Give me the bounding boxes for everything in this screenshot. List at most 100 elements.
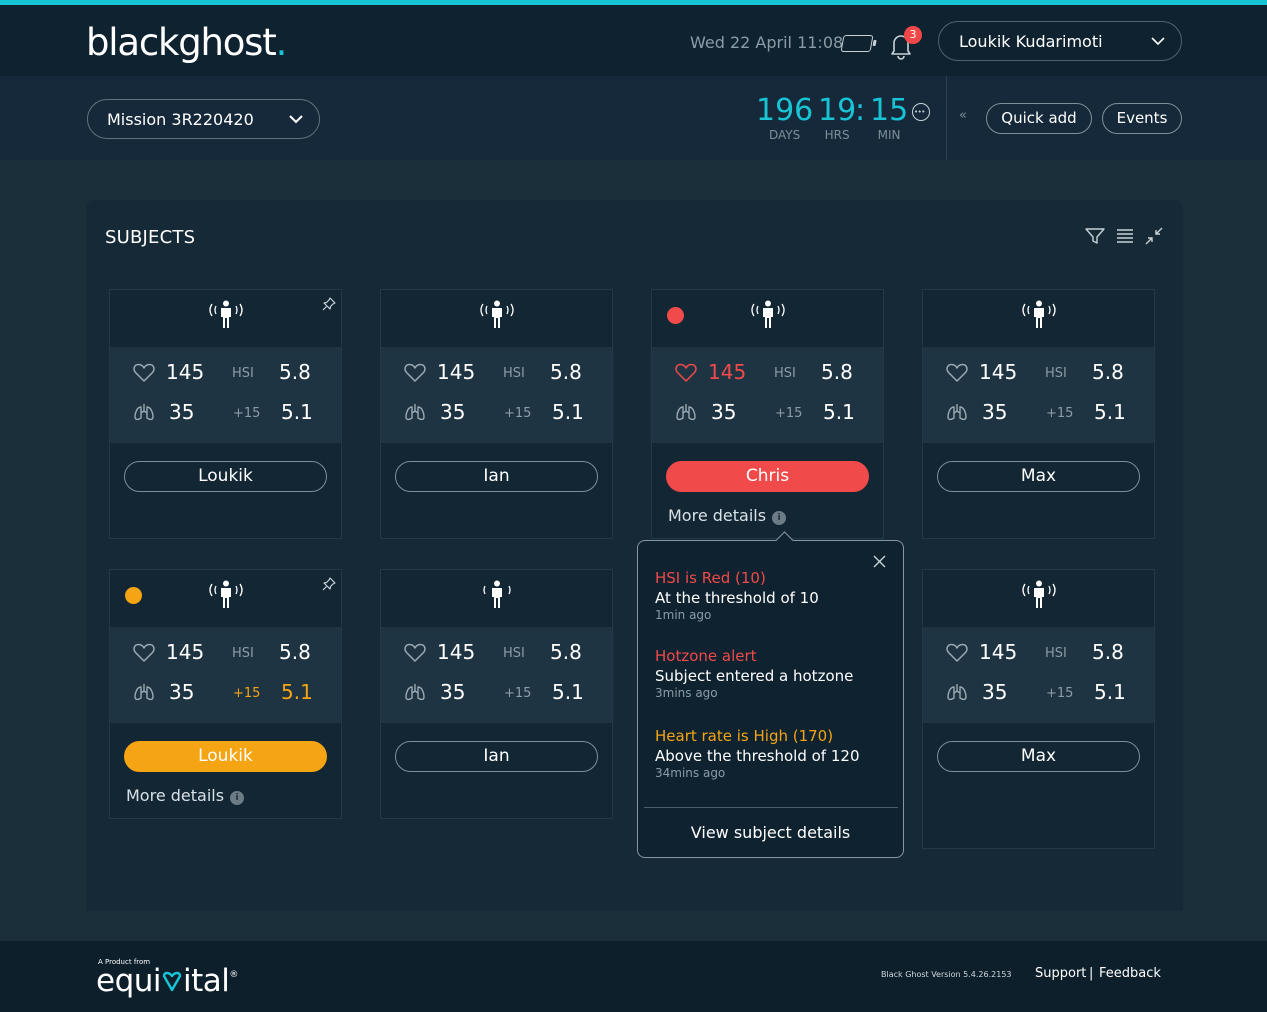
heart-rate-value: 145 [979,360,1018,384]
more-options-icon[interactable] [912,103,930,121]
mission-dropdown[interactable]: Mission 3R220420 [87,99,320,139]
subject-name-button[interactable]: Max [937,461,1140,492]
hsi-label: HSI [503,366,525,381]
delta-value: +15 [233,686,261,701]
heart-v-icon [162,971,182,992]
lungs-icon [946,682,968,706]
respiration-value: 35 [982,400,1008,424]
panel-title: SUBJECTS [105,227,196,248]
battery-icon [840,35,874,52]
collapse-left-icon[interactable]: « [959,108,967,123]
vital-stats: 145 HSI 5.8 35 +15 5.1 [381,627,612,723]
footer: A Product from equi ital® Black Ghost Ver… [0,941,1267,1012]
alert-message: At the threshold of 10 [655,589,819,607]
heart-icon [404,643,426,667]
events-button[interactable]: Events [1102,103,1182,134]
chevron-down-icon [289,115,303,124]
wearable-signal-icon [479,300,514,328]
user-dropdown[interactable]: Loukik Kudarimoti [938,21,1182,61]
notification-count-badge: 3 [904,26,922,44]
hsi-label: HSI [232,366,254,381]
hsi-value: 5.8 [1092,360,1124,384]
lungs-icon [133,682,155,706]
subject-card[interactable]: 145 HSI 5.8 35 +15 5.1 Max [922,289,1155,539]
secondary-value: 5.1 [281,680,313,704]
hsi-value: 5.8 [279,640,311,664]
lungs-icon [133,402,155,426]
blackghost-logo[interactable]: blackghost. [86,21,287,64]
subject-name-button[interactable]: Max [937,741,1140,772]
support-link[interactable]: Support [1035,966,1086,981]
subject-card[interactable]: 145 HSI 5.8 35 +15 5.1 Chris More details i [651,289,884,539]
list-icon[interactable] [1116,227,1134,245]
subject-card[interactable]: 145 HSI 5.8 35 +15 5.1 Ian [380,569,613,819]
chevron-down-icon [1151,37,1165,46]
subject-name-button[interactable]: Chris [666,461,869,492]
equivital-logo[interactable]: equi ital® [96,963,238,999]
heart-rate-value: 145 [437,360,476,384]
feedback-link[interactable]: Feedback [1099,966,1161,981]
mission-days-counter: 196 DAYS [756,93,814,143]
delta-value: +15 [1046,406,1074,421]
delta-value: +15 [233,406,261,421]
respiration-value: 35 [169,400,195,424]
subject-name-button[interactable]: Ian [395,741,598,772]
alert-time: 3mins ago [655,686,718,700]
vital-stats: 145 HSI 5.8 35 +15 5.1 [110,627,341,723]
subject-card[interactable]: 145 HSI 5.8 35 +15 5.1 Ian [380,289,613,539]
hsi-label: HSI [1045,366,1067,381]
delta-value: +15 [504,406,532,421]
collapse-icon[interactable] [1145,227,1163,245]
lungs-icon [404,402,426,426]
hsi-label: HSI [232,646,254,661]
wearable-signal-icon [750,300,785,328]
secondary-value: 5.1 [1094,680,1126,704]
info-icon: i [772,511,787,525]
respiration-value: 35 [440,400,466,424]
heart-icon [133,363,155,387]
close-icon[interactable] [873,555,886,568]
card-header [923,570,1154,627]
lungs-icon [946,402,968,426]
wearable-signal-icon [208,300,243,328]
more-details-link[interactable]: More details i [668,506,787,525]
respiration-value: 35 [440,680,466,704]
subject-card[interactable]: 145 HSI 5.8 35 +15 5.1 Max [922,569,1155,849]
card-header [923,290,1154,347]
wearable-signal-icon [1021,300,1056,328]
delta-value: +15 [775,406,803,421]
heart-rate-value: 145 [437,640,476,664]
subject-card[interactable]: 145 HSI 5.8 35 +15 5.1 Loukik [109,289,342,539]
alerts-popover: HSI is Red (10) At the threshold of 10 1… [637,540,904,858]
filter-icon[interactable] [1085,227,1105,245]
subject-name-button[interactable]: Ian [395,461,598,492]
delta-value: +15 [504,686,532,701]
pin-icon[interactable] [322,296,336,315]
alert-time: 34mins ago [655,766,726,780]
alert-title: Hotzone alert [655,647,757,665]
app-version: Black Ghost Version 5.4.26.2153 [881,970,1012,979]
status-indicator [667,307,684,324]
mission-hours-counter: 19 HRS [818,93,857,143]
heart-rate-value: 145 [166,640,205,664]
view-subject-details-link[interactable]: View subject details [638,823,903,842]
wearable-signal-icon [208,580,243,608]
hsi-value: 5.8 [279,360,311,384]
more-details-link[interactable]: More details i [126,786,245,805]
subject-name-button[interactable]: Loukik [124,461,327,492]
pin-icon[interactable] [322,576,336,595]
quick-add-button[interactable]: Quick add [986,103,1092,134]
alert-item-hsi: HSI is Red (10) At the threshold of 10 1… [655,569,819,622]
delta-value: +15 [1046,686,1074,701]
subject-card[interactable]: 145 HSI 5.8 35 +15 5.1 Loukik More details i [109,569,342,819]
alert-time: 1min ago [655,608,712,622]
mission-minutes-counter: 15 MIN [870,93,909,143]
secondary-value: 5.1 [1094,400,1126,424]
secondary-value: 5.1 [552,400,584,424]
subject-name-button[interactable]: Loukik [124,741,327,772]
heart-icon [133,643,155,667]
hsi-value: 5.8 [821,360,853,384]
card-header [110,570,341,627]
vital-stats: 145 HSI 5.8 35 +15 5.1 [923,627,1154,723]
hsi-value: 5.8 [550,640,582,664]
